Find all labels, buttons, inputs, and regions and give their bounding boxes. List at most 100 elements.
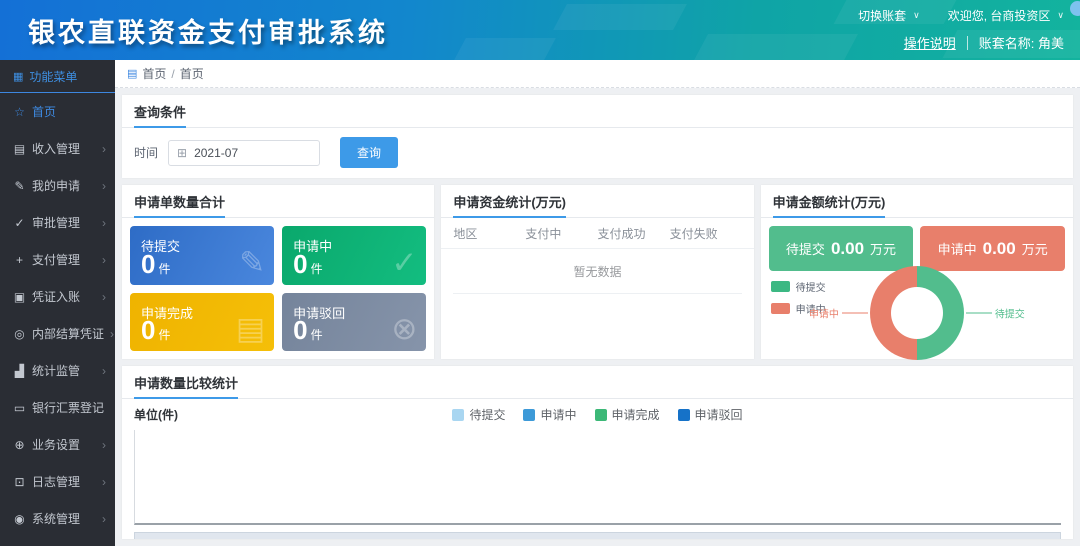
- legend-swatch: [523, 409, 535, 421]
- funds-panel: 申请资金统计(万元) 地区 支付中 支付成功 支付失败 暂无数据: [441, 185, 753, 359]
- legend-label: 待提交: [469, 406, 505, 423]
- date-input[interactable]: [194, 146, 311, 160]
- sidebar-item-system[interactable]: ◉ 系统管理 ›: [0, 500, 115, 537]
- stat-card-unit: 件: [158, 262, 170, 276]
- stat-card-value: 0: [141, 315, 155, 345]
- search-button[interactable]: 查询: [340, 137, 398, 168]
- sidebar-item-label: 收入管理: [32, 140, 96, 157]
- log-edit-icon: ⊡: [13, 475, 26, 489]
- sidebar-item-label: 支付管理: [32, 251, 96, 268]
- sidebar-item-business-settings[interactable]: ⊕ 业务设置 ›: [0, 426, 115, 463]
- payment-plus-icon: +: [13, 253, 26, 267]
- chart-datazoom-slider[interactable]: [134, 532, 1061, 539]
- sidebar-item-label: 银行汇票登记: [32, 399, 104, 416]
- chevron-right-icon: ›: [102, 290, 106, 304]
- amount-box-unit: 万元: [1022, 239, 1048, 258]
- sidebar-item-payment[interactable]: + 支付管理 ›: [0, 241, 115, 278]
- donut-callout-label: 待提交: [995, 305, 1025, 320]
- callout-line: [842, 312, 868, 313]
- chevron-right-icon: ›: [102, 216, 106, 230]
- legend-swatch: [771, 303, 790, 314]
- sidebar-menu-title: ▦ 功能菜单: [0, 60, 115, 93]
- breadcrumb: ▤ 首页 / 首页: [115, 60, 1080, 88]
- column-header: 支付失败: [670, 225, 742, 242]
- counts-panel: 申请单数量合计 待提交 0件 ✎ 申请中 0件 ✓: [122, 185, 434, 359]
- query-panel: 查询条件 时间 ⊞ 查询: [122, 95, 1073, 178]
- amount-panel-title: 申请金额统计(万元): [773, 192, 886, 218]
- sidebar-item-approval[interactable]: ✓ 审批管理 ›: [0, 204, 115, 241]
- welcome-user-dropdown[interactable]: 欢迎您, 台商投资区 ∨: [948, 7, 1064, 24]
- compare-legend: 待提交 申请中 申请完成 申请驳回: [334, 406, 861, 423]
- legend-item-rejected[interactable]: 申请驳回: [678, 406, 743, 423]
- sidebar-item-home[interactable]: ☆ 首页: [0, 93, 115, 130]
- sidebar-item-internal-settlement[interactable]: ◎ 内部结算凭证 ›: [0, 315, 115, 352]
- legend-item-completed[interactable]: 申请完成: [595, 406, 660, 423]
- chevron-right-icon: ›: [102, 475, 106, 489]
- chevron-right-icon: ›: [102, 512, 106, 526]
- document-icon: ▤: [236, 311, 265, 347]
- settlement-ring-icon: ◎: [13, 327, 26, 341]
- legend-swatch: [771, 281, 790, 292]
- sidebar-item-label: 日志管理: [32, 473, 96, 490]
- amount-box-value: 0.00: [983, 239, 1016, 259]
- account-name-label: 账套名称: 角美: [979, 33, 1064, 52]
- amount-box-value: 0.00: [831, 239, 864, 259]
- calendar-icon: ⊞: [177, 146, 187, 160]
- compare-panel: 申请数量比较统计 单位(件) 待提交 申请中: [122, 366, 1073, 539]
- sidebar-item-voucher-entry[interactable]: ▣ 凭证入账 ›: [0, 278, 115, 315]
- stat-card-completed: 申请完成 0件 ▤: [130, 293, 274, 352]
- chevron-right-icon: ›: [110, 327, 114, 341]
- legend-item-pending-submit[interactable]: 待提交: [771, 279, 826, 294]
- stat-card-value: 0: [293, 249, 307, 279]
- chevron-right-icon: ›: [102, 142, 106, 156]
- comparison-chart-canvas: [134, 430, 1061, 525]
- sidebar-item-label: 内部结算凭证: [32, 325, 104, 342]
- stat-card-unit: 件: [311, 328, 323, 342]
- chevron-right-icon: ›: [102, 253, 106, 267]
- amount-donut-area: 待提交 申请中 申请中: [769, 274, 1065, 351]
- sidebar-item-statistics[interactable]: ▟ 统计监管 ›: [0, 352, 115, 389]
- sidebar-item-label: 系统管理: [32, 510, 96, 527]
- sidebar-item-log[interactable]: ⊡ 日志管理 ›: [0, 463, 115, 500]
- date-picker[interactable]: ⊞: [168, 140, 320, 166]
- legend-item-pending-submit[interactable]: 待提交: [452, 406, 505, 423]
- amount-box-label: 申请中: [938, 239, 977, 258]
- stat-card-unit: 件: [158, 328, 170, 342]
- breadcrumb-home-icon: ▤: [127, 67, 137, 80]
- unit-label: 单位(件): [134, 406, 334, 423]
- chevron-down-icon: ∨: [1057, 10, 1064, 21]
- breadcrumb-root-link[interactable]: 首页: [142, 65, 166, 82]
- business-settings-icon: ⊕: [13, 438, 26, 452]
- stat-card-value: 0: [293, 315, 307, 345]
- app-title: 银农直联资金支付审批系统: [28, 11, 388, 50]
- sidebar-item-label: 凭证入账: [32, 288, 96, 305]
- column-header: 支付成功: [597, 225, 669, 242]
- legend-label: 申请完成: [612, 406, 660, 423]
- sidebar-item-my-applications[interactable]: ✎ 我的申请 ›: [0, 167, 115, 204]
- sidebar-item-label: 首页: [32, 103, 100, 120]
- my-apply-pencil-icon: ✎: [13, 179, 26, 193]
- sidebar-item-bank-draft[interactable]: ▭ 银行汇票登记: [0, 389, 115, 426]
- header-decoration: [553, 4, 687, 30]
- bank-draft-icon: ▭: [13, 401, 26, 415]
- legend-label: 申请驳回: [695, 406, 743, 423]
- system-gear-icon: ◉: [13, 512, 26, 526]
- header-decoration: [454, 38, 556, 60]
- home-star-icon: ☆: [13, 105, 26, 119]
- query-panel-title: 查询条件: [134, 102, 186, 128]
- edit-document-icon: ✎: [239, 245, 265, 281]
- breadcrumb-current: 首页: [180, 65, 204, 82]
- income-doc-icon: ▤: [13, 142, 26, 156]
- legend-swatch: [678, 409, 690, 421]
- funds-panel-title: 申请资金统计(万元): [453, 192, 566, 218]
- stat-card-value: 0: [141, 249, 155, 279]
- sidebar-item-income[interactable]: ▤ 收入管理 ›: [0, 130, 115, 167]
- stat-card-unit: 件: [311, 262, 323, 276]
- operation-guide-link[interactable]: 操作说明: [904, 33, 956, 52]
- callout-line: [966, 312, 992, 313]
- corner-notification-dot[interactable]: [1070, 1, 1080, 16]
- legend-item-in-progress[interactable]: 申请中: [523, 406, 576, 423]
- switch-account-dropdown[interactable]: 切换账套 ∨: [858, 7, 920, 24]
- menu-grid-icon: ▦: [13, 70, 23, 83]
- menu-title-label: 功能菜单: [29, 68, 77, 85]
